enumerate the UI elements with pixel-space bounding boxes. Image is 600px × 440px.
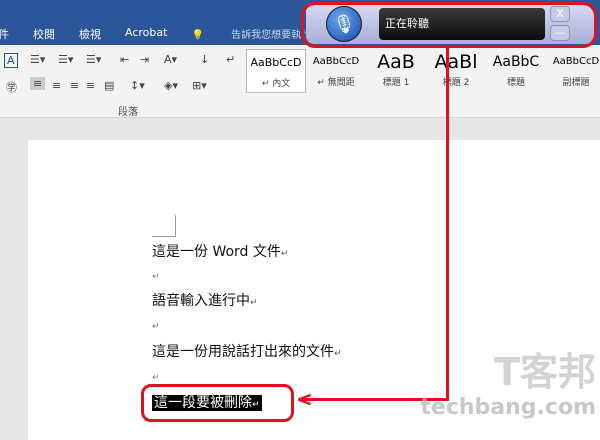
tab-view[interactable]: 檢視 — [79, 26, 101, 42]
style-label: 副標題 — [562, 78, 590, 88]
tab-file[interactable]: 件 — [0, 26, 9, 42]
paragraph-mark: ↵ — [334, 349, 342, 359]
paragraph-mark: ↵ — [152, 322, 160, 332]
shading-icon[interactable]: ◈▾ — [164, 79, 178, 92]
doc-paragraph[interactable]: 語音輸入進行中↵ — [152, 290, 258, 310]
style-preview: AaB — [377, 51, 415, 73]
doc-paragraph[interactable]: 這是一份 Word 文件↵ — [152, 241, 288, 261]
paragraph-mark: ↵ — [152, 272, 160, 282]
style-label: 標題 1 — [382, 78, 410, 88]
ribbon: A ☰▾ ☰▾ ☰▾ ⇤ ⇥ A▾ ↓ ↵ ㊫ ≡ ≡ ≡ ≡ ▤ ↕▾ ◈▾ … — [0, 45, 600, 118]
doc-paragraph[interactable]: 這是一份用說話打出來的文件↵ — [152, 341, 342, 361]
distributed-icon[interactable]: ▤ — [104, 79, 114, 92]
align-left-icon[interactable]: ≡ — [30, 77, 46, 90]
margin-corner-mark — [152, 215, 176, 237]
justify-icon[interactable]: ≡ — [86, 79, 95, 92]
styles-gallery: AaBbCcD ↵ 內文 AaBbCcD ↵ 無間距 AaB 標題 1 AaBl 標題 … — [246, 49, 600, 93]
style-preview: AaBl — [434, 51, 478, 73]
align-center-icon[interactable]: ≡ — [52, 79, 61, 92]
style-preview: AaBbC — [492, 54, 540, 70]
style-label: 標題 — [506, 78, 525, 88]
style-label: ↵ 無間距 — [317, 78, 355, 88]
tab-review[interactable]: 校閱 — [33, 26, 55, 42]
borders-icon[interactable]: ⊞▾ — [192, 79, 207, 92]
align-right-icon[interactable]: ≡ — [70, 79, 79, 92]
char-border-icon[interactable]: A — [4, 53, 18, 68]
arrow-left-icon: < — [296, 387, 313, 411]
bullets-icon[interactable]: ☰▾ — [30, 53, 45, 66]
style-no-spacing[interactable]: AaBbCcD ↵ 無間距 — [306, 49, 366, 93]
style-preview: AaBbCcD — [552, 56, 600, 67]
style-label: 標題 2 — [442, 78, 470, 88]
decrease-indent-icon[interactable]: ⇤ — [120, 53, 129, 66]
watermark-logo: T客邦 — [494, 350, 596, 394]
paragraph-mark: ↵ — [152, 373, 160, 383]
style-preview: AaBbCcD — [312, 56, 360, 67]
paragraph-mark: ↵ — [250, 298, 258, 308]
line-spacing-icon[interactable]: ↕▾ — [130, 79, 145, 92]
increase-indent-icon[interactable]: ⇥ — [140, 53, 149, 66]
style-preview: AaBbCcD — [250, 56, 302, 69]
highlight-box-widget — [301, 2, 597, 48]
numbering-icon[interactable]: ☰▾ — [58, 53, 73, 66]
multilevel-list-icon[interactable]: ☰▾ — [86, 53, 101, 66]
tab-acrobat[interactable]: Acrobat — [125, 26, 167, 42]
style-heading-1[interactable]: AaB 標題 1 — [366, 49, 426, 93]
style-normal[interactable]: AaBbCcD ↵ 內文 — [246, 49, 306, 93]
style-heading-2[interactable]: AaBl 標題 2 — [426, 49, 486, 93]
sort-icon[interactable]: ↓ — [200, 53, 209, 66]
paragraph-text: 這是一份 Word 文件 — [152, 244, 281, 260]
paragraph-mark: ↵ — [280, 249, 289, 259]
show-marks-icon[interactable]: ↵ — [226, 53, 235, 66]
paragraph-text: 這是一份用說話打出來的文件 — [152, 344, 334, 360]
enclose-char-icon[interactable]: ㊫ — [6, 79, 17, 95]
callout-line — [446, 47, 449, 401]
highlight-box-selection — [141, 384, 294, 422]
style-title[interactable]: AaBbC 標題 — [486, 49, 546, 93]
lightbulb-icon: 💡 — [191, 30, 204, 41]
asian-layout-icon[interactable]: A▾ — [164, 53, 177, 66]
style-label: ↵ 內文 — [261, 79, 291, 89]
watermark-site: techbang.com — [420, 395, 596, 420]
style-subtitle[interactable]: AaBbCcD 副標題 — [546, 49, 600, 93]
paragraph-text: 語音輸入進行中 — [152, 293, 250, 309]
paragraph-group-label: 段落 — [118, 107, 138, 118]
